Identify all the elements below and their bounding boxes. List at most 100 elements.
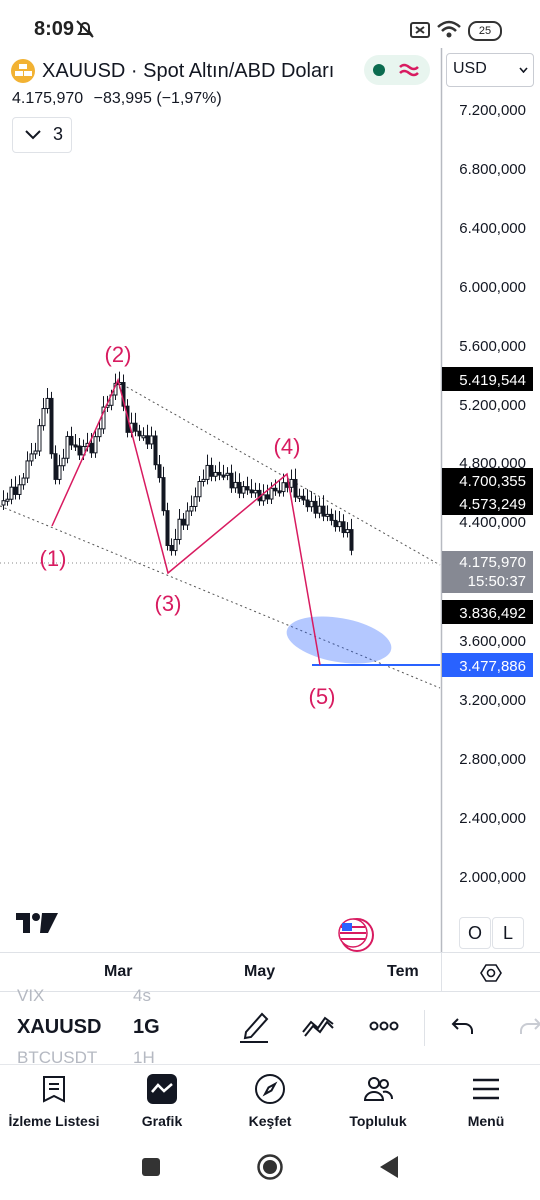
candle-body	[313, 500, 318, 514]
candle-body	[145, 435, 150, 445]
candle-body	[305, 499, 310, 508]
time-axis[interactable]: Mar May Tem	[0, 952, 540, 992]
candle-body	[1, 500, 6, 506]
time-label-tem: Tem	[387, 963, 419, 980]
candle-body	[297, 495, 302, 499]
wifi-icon	[437, 20, 461, 38]
price-badge-3: 4.573,249	[442, 491, 533, 515]
candle-body	[185, 510, 190, 526]
candle-body	[249, 489, 254, 494]
mute-bell-icon	[76, 20, 94, 38]
nav-label-community: Topluluk	[349, 1113, 407, 1129]
nav-watchlist[interactable]: İzleme Listesi	[0, 1065, 108, 1137]
candle-body	[57, 465, 62, 480]
price-tick-label: 5.600,000	[459, 338, 526, 355]
candle-body	[77, 445, 82, 456]
candle-body	[33, 450, 38, 455]
settings-icon[interactable]	[480, 963, 502, 983]
price-tick-label: 3.200,000	[459, 692, 526, 709]
home-icon[interactable]	[256, 1153, 284, 1181]
price-tick-label: 3.600,000	[459, 633, 526, 650]
more-icon[interactable]	[369, 1021, 399, 1031]
candle-body	[5, 498, 10, 502]
candle-body	[269, 487, 274, 500]
tradingview-logo	[16, 913, 58, 933]
wave-label-1: (1)	[40, 546, 67, 571]
wave-label-5: (5)	[309, 684, 336, 709]
svg-text:3.836,492: 3.836,492	[459, 605, 526, 622]
scale-o-button[interactable]: O	[459, 917, 491, 949]
ghost-symbol-above: VIX	[17, 986, 45, 1005]
candle-body	[277, 490, 282, 494]
nav-label-menu: Menü	[467, 1113, 505, 1129]
svg-text:4.700,355: 4.700,355	[459, 473, 526, 490]
candle-body	[137, 430, 142, 437]
candle-body	[133, 422, 138, 432]
nav-menu[interactable]: Menü	[432, 1065, 540, 1137]
battery-indicator: 25	[468, 21, 502, 41]
wave-icon[interactable]	[301, 1014, 335, 1038]
candle-body	[65, 435, 70, 459]
price-tick-label: 6.800,000	[459, 161, 526, 178]
candle-body	[193, 496, 198, 507]
candle-body	[141, 435, 146, 439]
candle-body	[349, 529, 354, 551]
candle-body	[333, 519, 338, 528]
candle-body	[301, 495, 306, 501]
candle-body	[165, 510, 170, 546]
candle-body	[173, 538, 178, 552]
community-icon	[363, 1077, 393, 1101]
candle-body	[265, 494, 270, 500]
candle-body	[317, 505, 322, 514]
candle-body	[201, 478, 206, 483]
price-chart[interactable]: 7.200,000 6.800,000 6.400,000 6.000,000 5.60…	[0, 40, 540, 952]
candle-body	[321, 505, 326, 517]
recent-apps-icon[interactable]	[142, 1158, 160, 1176]
candle-body	[45, 397, 50, 410]
target-zone-ellipse[interactable]	[283, 609, 395, 671]
undo-icon[interactable]	[451, 1016, 475, 1036]
time-label-mar: Mar	[104, 963, 133, 980]
candle-body	[181, 518, 186, 526]
price-tick-label: 2.800,000	[459, 751, 526, 768]
price-badge-2: 4.700,355	[442, 468, 533, 492]
ghost-interval-above: 4s	[133, 986, 151, 1005]
scale-log-button[interactable]: L	[492, 917, 524, 949]
candlestick-series	[1, 371, 354, 556]
candle-body	[289, 478, 294, 488]
candle-body	[309, 500, 314, 508]
candle-body	[273, 487, 278, 492]
nav-explore[interactable]: Keşfet	[216, 1065, 324, 1137]
svg-text:4.573,249: 4.573,249	[459, 496, 526, 513]
wave-label-3: (3)	[155, 591, 182, 616]
price-tick-label: 6.400,000	[459, 220, 526, 237]
candle-body	[329, 513, 334, 521]
wave-label-2: (2)	[105, 342, 132, 367]
current-symbol-button[interactable]: XAUUSD	[17, 1016, 101, 1039]
price-tick-label: 5.200,000	[459, 397, 526, 414]
redo-icon[interactable]	[518, 1016, 540, 1036]
candle-body	[233, 481, 238, 489]
candle-body	[341, 521, 346, 534]
nav-community[interactable]: Topluluk	[324, 1065, 432, 1137]
candle-body	[217, 471, 222, 476]
price-tick-label: 7.200,000	[459, 102, 526, 119]
interval-button[interactable]: 1G	[133, 1016, 160, 1039]
watchlist-icon	[43, 1076, 65, 1103]
back-icon[interactable]	[378, 1155, 400, 1179]
chart-icon	[147, 1074, 177, 1104]
candle-body	[69, 435, 74, 446]
price-tick-label: 2.400,000	[459, 810, 526, 827]
us-flag-icon[interactable]	[338, 918, 374, 952]
nav-chart[interactable]: Grafik	[108, 1065, 216, 1137]
candle-body	[261, 494, 266, 502]
candle-body	[281, 482, 286, 493]
candle-body	[13, 486, 18, 495]
toolbar-divider	[424, 1010, 425, 1046]
svg-text:4.175,970: 4.175,970	[459, 554, 526, 571]
candle-body	[253, 489, 258, 494]
candle-body	[221, 474, 226, 478]
pencil-icon[interactable]	[238, 1010, 270, 1044]
axis-corner-divider	[441, 953, 442, 991]
candle-body	[177, 518, 182, 540]
